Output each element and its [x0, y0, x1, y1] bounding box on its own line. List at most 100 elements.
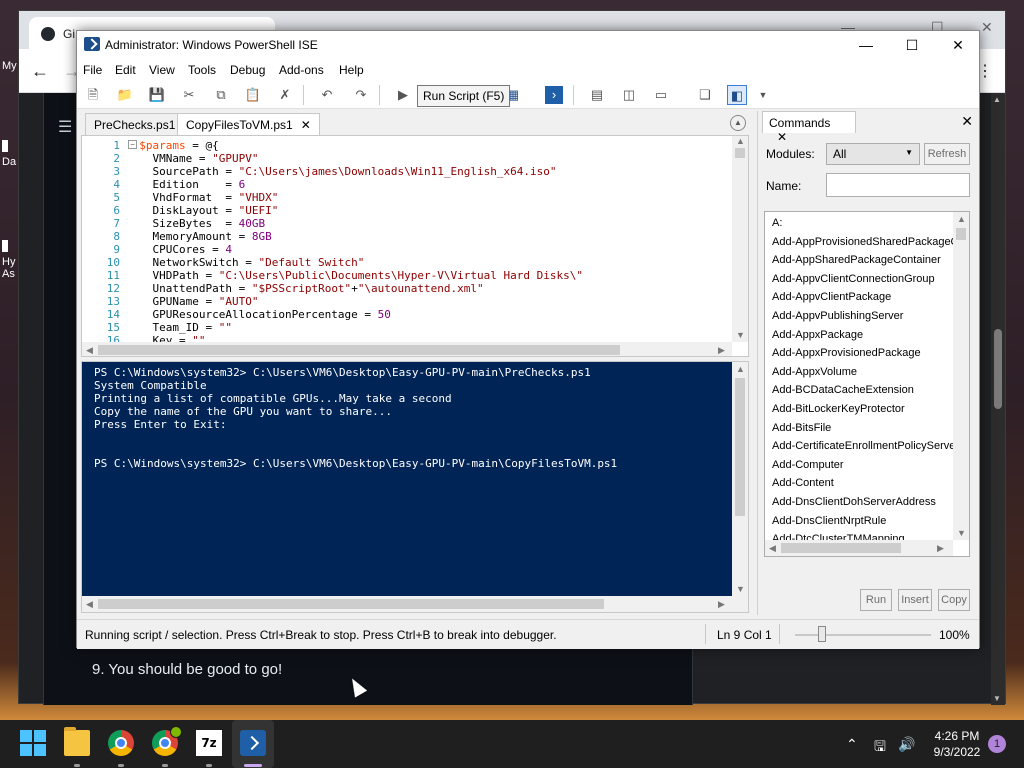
scroll-left-icon[interactable]: ◀ [86, 345, 93, 356]
desktop-icon-my[interactable]: My [2, 60, 18, 72]
powershell-ise-taskbar-icon[interactable] [240, 730, 266, 756]
volume-icon[interactable]: 🔊 [898, 736, 915, 753]
run-script-icon[interactable]: ▶ [393, 85, 413, 105]
command-list-vertical-scrollbar[interactable]: ▲ ▼ [953, 212, 969, 540]
code-line[interactable]: NetworkSwitch = "Default Switch" [126, 256, 583, 269]
script-editor[interactable]: 1 2 3 4 5 6 7 8 9 10 11 12 13 14 15 16 − $params = @{ V… [81, 135, 749, 357]
copy-icon[interactable]: ⧉ [211, 85, 231, 105]
back-arrow-icon[interactable]: ← [31, 61, 49, 82]
redo-icon[interactable]: ↷ [351, 85, 371, 105]
code-line[interactable]: $params = @{ [126, 139, 583, 152]
command-list-item[interactable]: Add-AppvPublishingServer [765, 307, 955, 326]
command-list-item[interactable]: Add-AppxProvisionedPackage [765, 344, 955, 363]
scrollbar-thumb[interactable] [994, 329, 1002, 409]
scroll-up-icon[interactable]: ▲ [736, 136, 745, 146]
tab-copyfilestovm[interactable]: CopyFilesToVM.ps1 ✕ [177, 113, 320, 135]
close-pane-icon[interactable]: ✕ [961, 113, 973, 130]
toolbar-overflow-icon[interactable]: ▼ [753, 85, 773, 105]
clear-console-icon[interactable]: ✗ [275, 85, 295, 105]
console-pane[interactable]: PS C:\Windows\system32> C:\Users\VM6\Des… [81, 361, 749, 613]
code-line[interactable]: Team_ID = "" [126, 321, 583, 334]
new-file-icon[interactable]: 🗎 [83, 85, 103, 105]
menu-view[interactable]: View [149, 63, 175, 77]
menu-file[interactable]: File [83, 63, 102, 77]
code-line[interactable]: VhdFormat = "VHDX" [126, 191, 583, 204]
editor-vertical-scrollbar[interactable]: ▲ ▼ [732, 136, 748, 342]
ise-titlebar[interactable]: Administrator: Windows PowerShell ISE — … [77, 31, 979, 59]
command-list-item[interactable]: Add-AppvClientPackage [765, 288, 955, 307]
menu-edit[interactable]: Edit [115, 63, 136, 77]
scrollbar-thumb[interactable] [735, 148, 745, 158]
start-button-icon[interactable] [20, 730, 46, 756]
maximize-button[interactable]: ☐ [889, 31, 935, 59]
script-pane-top-icon[interactable]: ▤ [587, 85, 607, 105]
system-clock[interactable]: 4:26 PM 9/3/2022 [926, 728, 988, 760]
minimize-button[interactable]: — [843, 31, 889, 59]
command-list-item[interactable]: Add-BitsFile [765, 419, 955, 438]
code-line[interactable]: GPUName = "AUTO" [126, 295, 583, 308]
chrome-profile-icon[interactable] [152, 726, 182, 756]
command-list-item[interactable]: Add-DnsClientNrptRule [765, 512, 955, 531]
modules-select[interactable]: All ▼ [826, 143, 920, 165]
zoom-slider-track[interactable] [795, 634, 931, 636]
command-list-item[interactable]: Add-Content [765, 474, 955, 493]
code-line[interactable]: Edition = 6 [126, 178, 583, 191]
scroll-left-icon[interactable]: ◀ [86, 599, 93, 610]
network-icon[interactable]: 🖫 [874, 736, 886, 760]
scrollbar-thumb[interactable] [98, 345, 620, 355]
scroll-down-icon[interactable]: ▼ [957, 528, 966, 538]
insert-button[interactable]: Insert [898, 589, 932, 611]
command-list-item[interactable]: Add-BitLockerKeyProtector [765, 400, 955, 419]
scrollbar-thumb[interactable] [781, 543, 901, 553]
menu-help[interactable]: Help [339, 63, 364, 77]
desktop-icon-hyperv[interactable]: Hy As [2, 240, 18, 280]
console-horizontal-scrollbar[interactable]: ◀ ▶ [82, 596, 732, 612]
command-list-item[interactable]: Add-Computer [765, 456, 955, 475]
code-line[interactable]: VMName = "GPUPV" [126, 152, 583, 165]
scroll-down-icon[interactable]: ▼ [736, 330, 745, 340]
save-icon[interactable]: 💾 [147, 85, 167, 105]
command-list-item[interactable]: A: [765, 214, 955, 233]
close-tab-icon[interactable]: ✕ [301, 118, 311, 132]
code-line[interactable]: CPUCores = 4 [126, 243, 583, 256]
browser-close-icon[interactable]: ✕ [981, 19, 993, 36]
scroll-down-icon[interactable]: ▼ [736, 584, 745, 594]
command-list-horizontal-scrollbar[interactable]: ◀ ▶ [765, 540, 953, 556]
code-line[interactable]: SizeBytes = 40GB [126, 217, 583, 230]
scrollbar-thumb[interactable] [956, 228, 966, 240]
open-folder-icon[interactable]: 📁 [115, 85, 135, 105]
scroll-up-icon[interactable]: ▲ [993, 95, 1001, 104]
command-list-item[interactable]: Add-DnsClientDohServerAddress [765, 493, 955, 512]
show-command-addon-icon[interactable]: ◧ [727, 85, 747, 105]
start-powershell-icon[interactable]: › [545, 86, 563, 104]
notification-badge[interactable]: 1 [988, 735, 1006, 753]
code-content[interactable]: $params = @{ VMName = "GPUPV" SourcePath… [126, 139, 583, 347]
command-list-item[interactable]: Add-BCDataCacheExtension [765, 381, 955, 400]
tab-prechecks[interactable]: PreChecks.ps1 [85, 113, 185, 135]
command-name-input[interactable] [826, 173, 970, 197]
script-pane-right-icon[interactable]: ◫ [619, 85, 639, 105]
command-list-item[interactable]: Add-AppxPackage [765, 326, 955, 345]
scroll-left-icon[interactable]: ◀ [769, 543, 776, 554]
commands-tab[interactable]: Commands ✕ [762, 111, 856, 144]
scroll-up-icon[interactable]: ▲ [957, 214, 966, 224]
code-line[interactable]: UnattendPath = "$PSScriptRoot"+"\autouna… [126, 282, 583, 295]
console-vertical-scrollbar[interactable]: ▲ ▼ [732, 362, 748, 596]
command-list-item[interactable]: Add-AppvClientConnectionGroup [765, 270, 955, 289]
browser-scrollbar[interactable]: ▲ ▼ [991, 93, 1005, 705]
code-line[interactable]: DiskLayout = "UEFI" [126, 204, 583, 217]
menu-addons[interactable]: Add-ons [279, 63, 324, 77]
undo-icon[interactable]: ↶ [317, 85, 337, 105]
refresh-button[interactable]: Refresh [924, 143, 970, 165]
command-list-item[interactable]: Add-CertificateEnrollmentPolicyServe [765, 437, 955, 456]
command-list-item[interactable]: Add-AppSharedPackageContainer [765, 251, 955, 270]
scroll-down-icon[interactable]: ▼ [993, 694, 1001, 703]
scroll-right-icon[interactable]: ▶ [937, 543, 944, 554]
command-list-item[interactable]: Add-AppProvisionedSharedPackageC [765, 233, 955, 252]
hamburger-menu-icon[interactable]: ☰ [58, 117, 72, 137]
menu-tools[interactable]: Tools [188, 63, 216, 77]
cut-icon[interactable]: ✂ [179, 85, 199, 105]
code-line[interactable]: MemoryAmount = 8GB [126, 230, 583, 243]
7zip-icon[interactable]: 7z [196, 730, 222, 756]
close-tab-icon[interactable]: ✕ [777, 130, 787, 144]
